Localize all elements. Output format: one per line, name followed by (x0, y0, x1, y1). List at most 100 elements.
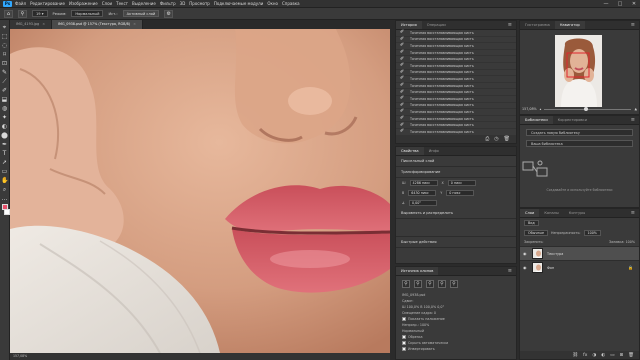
transform-heading[interactable]: Трансформирование (396, 167, 516, 178)
clone-source-5-icon[interactable]: ⚲ (450, 280, 458, 288)
history-item[interactable]: ✐ Точечная восстанавливающая кисть (396, 36, 516, 44)
tab-histogram[interactable]: Гистограмма (520, 21, 555, 29)
history-item[interactable]: ✐ Точечная восстанавливающая кисть (396, 63, 516, 70)
panel-menu-icon[interactable]: ≡ (627, 116, 639, 124)
menu-help[interactable]: Справка (282, 1, 300, 6)
eyedropper-tool-icon[interactable]: ✎ (1, 69, 8, 76)
tab-clone-source[interactable]: Источник клонов (396, 267, 439, 275)
history-item[interactable]: ✐ Точечная восстанавливающая кисть (396, 96, 516, 103)
layer-name[interactable]: Фон (547, 266, 554, 270)
fill-field[interactable]: 100% (626, 240, 635, 244)
angle-field[interactable]: 0,0° (437, 305, 444, 309)
menu-plugins[interactable]: Подключаемые модули (214, 1, 264, 6)
gear-icon[interactable]: ⚙ (164, 9, 174, 18)
menu-3d[interactable]: 3D (180, 1, 186, 6)
history-item[interactable]: ✐ Точечная восстанавливающая кисть (396, 122, 516, 129)
shape-tool-icon[interactable]: ▭ (1, 168, 8, 175)
trash-icon[interactable]: 🗑 (504, 136, 510, 142)
tab-paths[interactable]: Контуры (564, 209, 590, 217)
blur-tool-icon[interactable]: ⬤ (1, 132, 8, 139)
zoom-value[interactable]: 157,08% (522, 107, 537, 111)
tab-channels[interactable]: Каналы (539, 209, 563, 217)
trash-icon[interactable]: 🗑 (628, 353, 634, 358)
brush-size-picker[interactable]: 19 ▾ (32, 10, 48, 17)
menu-file[interactable]: Файл (15, 1, 26, 6)
x-field[interactable]: 0 пикс (447, 180, 476, 186)
zoom-slider-knob[interactable] (584, 106, 589, 111)
clone-source-1-icon[interactable]: ⚲ (402, 280, 410, 288)
zoom-tool-icon[interactable]: ⌕ (1, 186, 8, 193)
menu-view[interactable]: Просмотр (189, 1, 210, 6)
clone-source-2-icon[interactable]: ⚲ (414, 280, 422, 288)
history-brush-icon[interactable]: ◍ (1, 105, 8, 112)
adjustment-layer-icon[interactable]: ◐ (601, 353, 605, 358)
minimize-button[interactable]: — (602, 1, 610, 7)
angle-field[interactable]: 0,00° (408, 200, 437, 206)
create-library-button[interactable]: Создать новую библиотеку (526, 129, 633, 136)
visibility-eye-icon[interactable]: ◉ (523, 251, 528, 256)
y-field[interactable]: 0 пикс (446, 190, 475, 196)
tab-adjustments[interactable]: Корректировки (553, 116, 592, 124)
history-item[interactable]: ✐ Точечная восстанавливающая кисть (396, 83, 516, 90)
opacity-field[interactable]: 100% (420, 323, 429, 327)
tab-libraries[interactable]: Библиотеки (520, 116, 553, 124)
library-search-input[interactable]: Ваша библиотека (526, 140, 633, 147)
select-tool-icon[interactable]: ⌑ (1, 51, 8, 58)
path-select-icon[interactable]: ➚ (1, 159, 8, 166)
clone-source-3-icon[interactable]: ⚲ (426, 280, 434, 288)
tab-doc-1[interactable]: IMG_4193.jpg × (10, 20, 53, 29)
zoom-in-icon[interactable]: ▲ (634, 107, 637, 111)
menu-select[interactable]: Выделение (132, 1, 156, 6)
height-field[interactable]: 6430 пикс (408, 190, 437, 196)
tab-actions[interactable]: Операции (422, 21, 451, 29)
camera-icon[interactable]: ◷ (494, 136, 498, 142)
menu-filter[interactable]: Фильтр (160, 1, 176, 6)
clone-source-4-icon[interactable]: ⚲ (438, 280, 446, 288)
layer-name[interactable]: Текстура (547, 252, 563, 256)
history-item[interactable]: ✐ Точечная восстанавливающая кисть (396, 109, 516, 116)
panel-menu-icon[interactable]: ≡ (627, 21, 639, 29)
history-item[interactable]: ✐ Точечная восстанавливающая кисть (396, 43, 516, 50)
checkbox-icon[interactable] (402, 341, 406, 345)
align-heading[interactable]: Выровнять и распределить (396, 208, 516, 219)
layer-row-background[interactable]: ◉ Фон 🔒 (520, 260, 639, 274)
layer-row-texture[interactable]: ◉ Текстура (520, 246, 639, 260)
move-tool-icon[interactable]: ⌖ (1, 24, 8, 31)
tab-navigator[interactable]: Навигатор (554, 21, 585, 29)
history-item[interactable]: ✐ Точечная восстанавливающая кисть (396, 69, 516, 77)
clone-tool-icon[interactable]: ⬓ (1, 96, 8, 103)
lasso-tool-icon[interactable]: ◌ (1, 42, 8, 49)
crop-tool-icon[interactable]: ⊡ (1, 60, 8, 67)
maximize-button[interactable]: □ (616, 1, 624, 7)
tab-properties[interactable]: Свойства (396, 147, 424, 155)
close-tab-icon[interactable]: × (133, 22, 136, 26)
document-canvas[interactable] (10, 29, 390, 353)
brush-tool-icon[interactable]: ✐ (1, 87, 8, 94)
group-icon[interactable]: ▭ (610, 353, 614, 358)
more-tools-icon[interactable]: … (1, 195, 8, 202)
healing-tool-icon[interactable]: ⟋ (1, 78, 8, 85)
layer-kind-filter[interactable]: Вид (524, 220, 539, 226)
w-scale-field[interactable]: 100,0% (407, 305, 420, 309)
sample-select[interactable]: Активный слой (122, 10, 160, 17)
panel-menu-icon[interactable]: ≡ (504, 267, 516, 275)
history-item[interactable]: ✐ Точечная восстанавливающая кисть (396, 30, 516, 37)
checkbox-icon[interactable] (402, 317, 406, 321)
width-field[interactable]: 4286 пикс (409, 180, 438, 186)
history-item[interactable]: ✐ Точечная восстанавливающая кисть (396, 56, 516, 63)
checkbox-icon[interactable] (402, 335, 406, 339)
invert-row[interactable]: Инвертировать (396, 346, 516, 352)
frame-offset-field[interactable]: 0 (434, 311, 436, 315)
history-item[interactable]: ✐ Точечная восстанавливающая кисть (396, 116, 516, 123)
panel-menu-icon[interactable]: ≡ (627, 209, 639, 217)
opacity-field[interactable]: 100% (583, 230, 601, 236)
tab-info[interactable]: Инфо (424, 147, 444, 155)
history-item[interactable]: ✐ Точечная восстанавливающая кисть (396, 89, 516, 96)
quick-actions-heading[interactable]: Быстрые действия (396, 237, 516, 248)
pen-tool-icon[interactable]: ✒ (1, 141, 8, 148)
home-icon[interactable]: ⌂ (4, 9, 13, 18)
blend-mode-select[interactable]: Обычные (524, 230, 548, 236)
zoom-out-icon[interactable]: ▴ (540, 107, 542, 111)
navigator-thumbnail[interactable] (555, 35, 602, 107)
menu-window[interactable]: Окно (267, 1, 278, 6)
